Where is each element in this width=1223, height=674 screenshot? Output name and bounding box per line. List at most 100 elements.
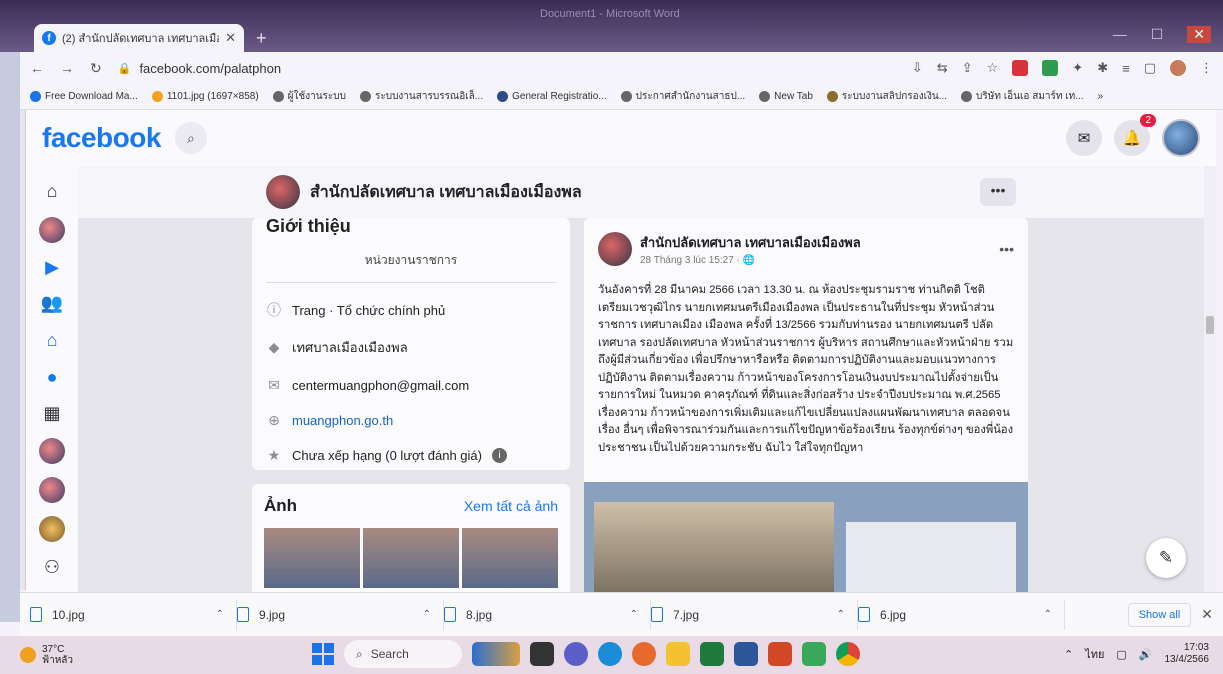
photo-thumbnail[interactable] <box>462 528 558 588</box>
url-text: facebook.com/palatphon <box>139 60 282 76</box>
reading-list-icon[interactable]: ≡ <box>1122 61 1130 76</box>
photo-thumbnail[interactable] <box>363 528 459 588</box>
install-icon[interactable]: ⇩ <box>912 60 923 76</box>
bookmarks-overflow-icon[interactable]: » <box>1098 91 1104 102</box>
chevron-up-icon[interactable]: ⌃ <box>837 609 845 620</box>
extension-icon[interactable]: ✦ <box>1072 60 1083 76</box>
account-avatar[interactable] <box>1162 119 1200 157</box>
photo-thumbnail[interactable] <box>264 528 360 588</box>
bookmark-item[interactable]: General Registratio... <box>497 91 607 102</box>
menu-icon[interactable]: ⋮ <box>1200 60 1213 76</box>
download-item[interactable]: 8.jpg ⌃ <box>444 599 651 630</box>
translate-icon[interactable]: ⇆ <box>937 60 948 76</box>
bookmark-item[interactable]: ประกาศสำนักงานสาธป... <box>620 89 745 104</box>
post-time[interactable]: 28 Tháng 3 lúc 15:27 · 🌐 <box>640 255 861 266</box>
shortcut-item[interactable] <box>38 516 66 543</box>
download-item[interactable]: 6.jpg ⌃ <box>858 599 1065 630</box>
taskbar-search[interactable]: ⌕ Search <box>344 640 462 668</box>
close-downloads-icon[interactable]: ✕ <box>1201 606 1213 623</box>
search-icon[interactable]: ⌕ <box>174 122 207 154</box>
minimize-icon[interactable]: — <box>1113 26 1127 43</box>
puzzle-icon[interactable]: ✱ <box>1097 60 1108 76</box>
windows-start-icon[interactable] <box>312 643 334 665</box>
show-all-button[interactable]: Show all <box>1127 602 1192 627</box>
tray-overflow-icon[interactable]: ⌃ <box>1064 648 1073 661</box>
file-icon <box>237 607 249 622</box>
system-tray: ⌃ ไทย ▢ 🔊 17:03 13/4/2566 <box>1064 642 1209 666</box>
excel-icon[interactable] <box>700 642 724 666</box>
friends-icon[interactable]: 👥 <box>38 292 66 316</box>
extension-green-icon[interactable] <box>1042 60 1059 76</box>
notifications-icon[interactable]: 🔔 2 <box>1114 114 1156 156</box>
window-close-icon[interactable]: ✕ <box>1187 26 1211 43</box>
chrome-icon[interactable] <box>836 642 860 666</box>
bookmark-item[interactable]: ระบบงานสลิปกรองเงิน... <box>826 89 947 104</box>
weather-widget[interactable]: 37°C ฟ้าหลัว <box>0 644 73 666</box>
maximize-icon[interactable]: ☐ <box>1151 26 1164 43</box>
post-author-avatar[interactable] <box>598 232 632 266</box>
bookmark-item[interactable]: Free Download Ma... <box>30 91 138 102</box>
groups-icon[interactable]: ⚇ <box>38 555 66 579</box>
extension-red-icon[interactable] <box>1012 60 1029 76</box>
file-explorer-icon[interactable] <box>666 642 690 666</box>
volume-icon[interactable]: 🔊 <box>1139 648 1153 661</box>
bookmark-item[interactable]: 1101.jpg (1697×858) <box>151 91 259 102</box>
profile-avatar-icon[interactable] <box>1170 60 1186 76</box>
share-icon[interactable]: ⇪ <box>962 60 973 76</box>
url-field[interactable]: 🔒 facebook.com/palatphon <box>118 61 896 76</box>
page-more-button[interactable]: ••• <box>980 178 1016 206</box>
post-photo[interactable] <box>584 482 1028 592</box>
language-indicator[interactable]: ไทย <box>1085 645 1104 663</box>
shortcut-item[interactable] <box>38 477 66 504</box>
powerpoint-icon[interactable] <box>768 642 792 666</box>
menu-grid-icon[interactable]: ▦ <box>38 402 66 426</box>
forward-icon[interactable]: → <box>60 60 74 76</box>
back-icon[interactable]: ← <box>30 60 44 76</box>
tab-close-icon[interactable]: ✕ <box>225 30 236 46</box>
edge-icon[interactable] <box>598 642 622 666</box>
word-icon[interactable] <box>734 642 758 666</box>
post-author[interactable]: สำนักปลัดเทศบาล เทศบาลเมืองเมืองพล <box>640 232 861 253</box>
browser-tab[interactable]: f (2) สำนักปลัดเทศบาล เทศบาลเมืองเ... ✕ <box>34 24 244 52</box>
download-item[interactable]: 10.jpg ⌃ <box>30 599 237 630</box>
bookmark-item[interactable]: บริษัท เอ็นเอ สมาร์ท เท... <box>961 89 1084 104</box>
intro-email[interactable]: centermuangphon@gmail.com <box>292 378 469 393</box>
see-all-photos-link[interactable]: Xem tất cả ảnh <box>464 498 558 514</box>
bookmark-item[interactable]: ผู้ใช้งานระบบ <box>272 89 346 104</box>
download-item[interactable]: 7.jpg ⌃ <box>651 599 858 630</box>
task-view-icon[interactable] <box>530 642 554 666</box>
shortcut-item[interactable] <box>38 438 66 465</box>
sidepanel-icon[interactable]: ▢ <box>1144 60 1156 76</box>
line-icon[interactable] <box>802 642 826 666</box>
rating-info-icon[interactable]: i <box>492 447 507 463</box>
page-avatar[interactable] <box>266 175 300 209</box>
watch-icon[interactable]: ▶ <box>38 256 66 280</box>
new-tab-icon[interactable]: + <box>256 28 267 49</box>
page-scrollbar[interactable] <box>1204 166 1216 592</box>
widgets-icon[interactable] <box>472 642 520 666</box>
teams-icon[interactable] <box>564 642 588 666</box>
page-title[interactable]: สำนักปลัดเทศบาล เทศบาลเมืองเมืองพล <box>310 180 582 205</box>
chevron-up-icon[interactable]: ⌃ <box>1044 609 1052 620</box>
bookmark-item[interactable]: ระบบงานสารบรรณอิเล็... <box>359 89 483 104</box>
post-more-icon[interactable]: ••• <box>999 241 1014 257</box>
messenger-icon[interactable]: ✉ <box>1066 120 1102 156</box>
chevron-up-icon[interactable]: ⌃ <box>423 609 431 620</box>
scrollbar-thumb[interactable] <box>1206 316 1214 334</box>
bookmark-item[interactable]: New Tab <box>759 91 813 102</box>
home-icon[interactable]: ⌂ <box>38 180 66 204</box>
chevron-up-icon[interactable]: ⌃ <box>216 609 224 620</box>
firefox-icon[interactable] <box>632 642 656 666</box>
website-link[interactable]: muangphon.go.th <box>292 413 393 428</box>
facebook-logo[interactable]: facebook <box>42 122 161 154</box>
gaming-icon[interactable]: ● <box>38 365 66 389</box>
download-item[interactable]: 9.jpg ⌃ <box>237 599 444 630</box>
reload-icon[interactable]: ↻ <box>90 60 102 77</box>
taskbar-clock[interactable]: 17:03 13/4/2566 <box>1165 642 1210 666</box>
profile-nav-item[interactable] <box>38 216 66 243</box>
compose-message-icon[interactable]: ✎ <box>1146 538 1186 578</box>
network-icon[interactable]: ▢ <box>1116 648 1126 661</box>
marketplace-icon[interactable]: ⌂ <box>38 329 66 353</box>
chevron-up-icon[interactable]: ⌃ <box>630 609 638 620</box>
star-icon[interactable]: ☆ <box>987 60 999 76</box>
